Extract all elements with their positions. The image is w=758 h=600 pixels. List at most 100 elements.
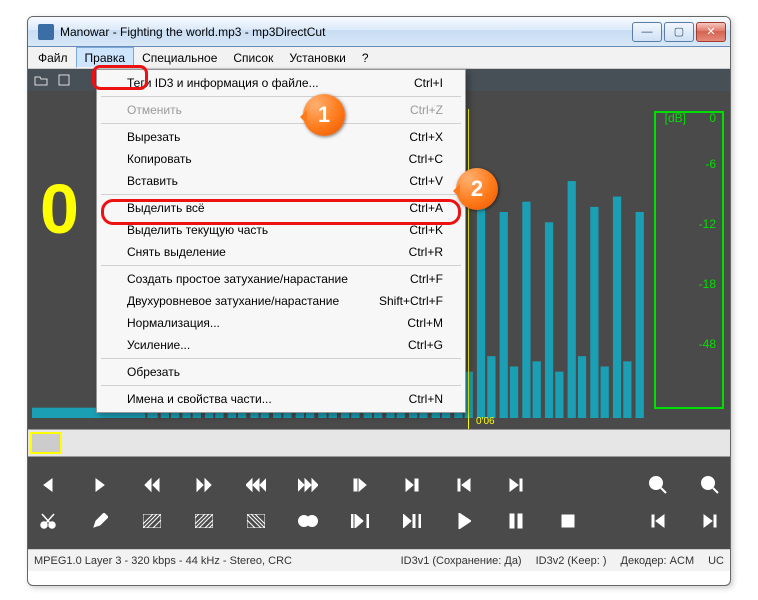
menu-item-label: Выделить текущую часть bbox=[127, 223, 268, 237]
menu-item[interactable]: Усиление... Ctrl+G bbox=[99, 334, 463, 356]
status-id3v1: ID3v1 (Сохранение: Да) bbox=[401, 555, 522, 567]
play-icon[interactable] bbox=[452, 509, 476, 533]
menu-item-shortcut: Ctrl+X bbox=[409, 130, 443, 144]
menu-item[interactable]: Двухуровневое затухание/нарастание Shift+… bbox=[99, 290, 463, 312]
menu-item-label: Отменить bbox=[127, 103, 182, 117]
menu-item-label: Копировать bbox=[127, 152, 192, 166]
menu-settings[interactable]: Установки bbox=[281, 47, 353, 68]
time-label: 0'06 bbox=[476, 416, 495, 427]
menu-item-label: Теги ID3 и информация о файле... bbox=[127, 76, 319, 90]
menu-item-shortcut: Ctrl+C bbox=[409, 152, 443, 166]
menu-item: Отменить Ctrl+Z bbox=[99, 99, 463, 121]
status-bar: MPEG1.0 Layer 3 - 320 kbps - 44 kHz - St… bbox=[28, 549, 730, 571]
skip-fwd-many-icon[interactable] bbox=[296, 473, 320, 497]
maximize-button[interactable]: ▢ bbox=[664, 22, 694, 42]
db-tick: -12 bbox=[699, 217, 716, 231]
menu-item[interactable]: Вставить Ctrl+V bbox=[99, 170, 463, 192]
edit-menu-popup: Теги ID3 и информация о файле... Ctrl+I От… bbox=[96, 69, 466, 413]
menu-item[interactable]: Нормализация... Ctrl+M bbox=[99, 312, 463, 334]
transport-panel bbox=[28, 457, 730, 549]
db-unit: [dB] bbox=[665, 111, 686, 125]
overview-strip[interactable] bbox=[28, 429, 730, 457]
db-tick: 0 bbox=[709, 111, 716, 125]
menu-item[interactable]: Имена и свойства части... Ctrl+N bbox=[99, 388, 463, 410]
menu-item-shortcut: Ctrl+G bbox=[408, 338, 443, 352]
zoom-out-icon[interactable] bbox=[698, 473, 722, 497]
menu-item-shortcut: Ctrl+A bbox=[409, 201, 443, 215]
hatch3-icon[interactable] bbox=[244, 509, 268, 533]
status-extra: UC bbox=[708, 555, 724, 567]
menu-item-label: Снять выделение bbox=[127, 245, 226, 259]
menu-item[interactable]: Выделить всё Ctrl+A bbox=[99, 197, 463, 219]
menu-item-label: Нормализация... bbox=[127, 316, 220, 330]
hatch1-icon[interactable] bbox=[140, 509, 164, 533]
menu-item-shortcut: Ctrl+V bbox=[409, 174, 443, 188]
db-tick: -18 bbox=[699, 277, 716, 291]
db-meter: [dB] 0 -6 -12 -18 -48 bbox=[654, 111, 724, 409]
db-tick: -6 bbox=[705, 157, 716, 171]
play-range-icon[interactable] bbox=[348, 509, 372, 533]
menu-file[interactable]: Файл bbox=[30, 47, 76, 68]
close-button[interactable]: ✕ bbox=[696, 22, 726, 42]
menu-item-shortcut: Ctrl+N bbox=[409, 392, 443, 406]
rewind-icon[interactable] bbox=[140, 473, 164, 497]
menu-item-shortcut: Ctrl+F bbox=[410, 272, 443, 286]
menu-item[interactable]: Выделить текущую часть Ctrl+K bbox=[99, 219, 463, 241]
callout-2: 2 bbox=[456, 168, 498, 210]
go-start-icon[interactable] bbox=[452, 473, 476, 497]
go-end-icon[interactable] bbox=[504, 473, 528, 497]
menu-item-label: Двухуровневое затухание/нарастание bbox=[127, 294, 339, 308]
mark-in-icon[interactable] bbox=[348, 473, 372, 497]
next-icon[interactable] bbox=[88, 473, 112, 497]
status-codec: MPEG1.0 Layer 3 - 320 kbps - 44 kHz - St… bbox=[34, 555, 292, 567]
menu-item-shortcut: Ctrl+M bbox=[407, 316, 443, 330]
menu-item-label: Вырезать bbox=[127, 130, 180, 144]
menu-item-shortcut: Ctrl+K bbox=[409, 223, 443, 237]
menu-item[interactable]: Вырезать Ctrl+X bbox=[99, 126, 463, 148]
menu-item[interactable]: Снять выделениеCtrl+R bbox=[99, 241, 463, 263]
hatch2-icon[interactable] bbox=[192, 509, 216, 533]
mark-out-icon[interactable] bbox=[400, 473, 424, 497]
loop-icon[interactable] bbox=[296, 509, 320, 533]
app-icon bbox=[38, 24, 54, 40]
menu-item-shortcut: Shift+Ctrl+F bbox=[379, 294, 443, 308]
overview-window[interactable] bbox=[30, 432, 62, 454]
menu-item-label: Создать простое затухание/нарастание bbox=[127, 272, 348, 286]
menu-list[interactable]: Список bbox=[225, 47, 281, 68]
menu-item-label: Имена и свойства части... bbox=[127, 392, 272, 406]
to-end-icon[interactable] bbox=[698, 509, 722, 533]
edit-icon[interactable] bbox=[88, 509, 112, 533]
to-start-icon[interactable] bbox=[646, 509, 670, 533]
menu-item-label: Обрезать bbox=[127, 365, 180, 379]
menu-item[interactable]: Теги ID3 и информация о файле... Ctrl+I bbox=[99, 72, 463, 94]
menu-item-shortcut: Ctrl+Z bbox=[410, 103, 443, 117]
menu-item-label: Вставить bbox=[127, 174, 178, 188]
menu-special[interactable]: Специальное bbox=[134, 47, 225, 68]
skip-back-many-icon[interactable] bbox=[244, 473, 268, 497]
title-bar: Manowar - Fighting the world.mp3 - mp3Di… bbox=[28, 17, 730, 47]
menu-item[interactable]: Создать простое затухание/нарастание Ctrl… bbox=[99, 268, 463, 290]
menu-item-label: Выделить всё bbox=[127, 201, 205, 215]
zoom-in-icon[interactable] bbox=[646, 473, 670, 497]
prev-icon[interactable] bbox=[36, 473, 60, 497]
menu-item-label: Усиление... bbox=[127, 338, 190, 352]
menu-bar: Файл Правка Специальное Список Установки… bbox=[28, 47, 730, 69]
cut-icon[interactable] bbox=[36, 509, 60, 533]
status-id3v2: ID3v2 (Keep: ) bbox=[536, 555, 607, 567]
window-title: Manowar - Fighting the world.mp3 - mp3Di… bbox=[60, 25, 632, 39]
menu-item-shortcut: Ctrl+I bbox=[414, 76, 443, 90]
minimize-button[interactable]: — bbox=[632, 22, 662, 42]
status-decoder: Декодер: ACM bbox=[621, 555, 695, 567]
menu-help[interactable]: ? bbox=[354, 47, 377, 68]
menu-edit[interactable]: Правка bbox=[76, 47, 135, 68]
menu-item[interactable]: Копировать Ctrl+C bbox=[99, 148, 463, 170]
forward-icon[interactable] bbox=[192, 473, 216, 497]
play-to-end-icon[interactable] bbox=[400, 509, 424, 533]
stop-icon[interactable] bbox=[556, 509, 580, 533]
db-tick: -48 bbox=[699, 337, 716, 351]
pause-icon[interactable] bbox=[504, 509, 528, 533]
menu-item[interactable]: Обрезать bbox=[99, 361, 463, 383]
open-icon[interactable] bbox=[34, 74, 48, 86]
save-icon[interactable] bbox=[58, 74, 70, 86]
playhead[interactable] bbox=[468, 109, 469, 429]
